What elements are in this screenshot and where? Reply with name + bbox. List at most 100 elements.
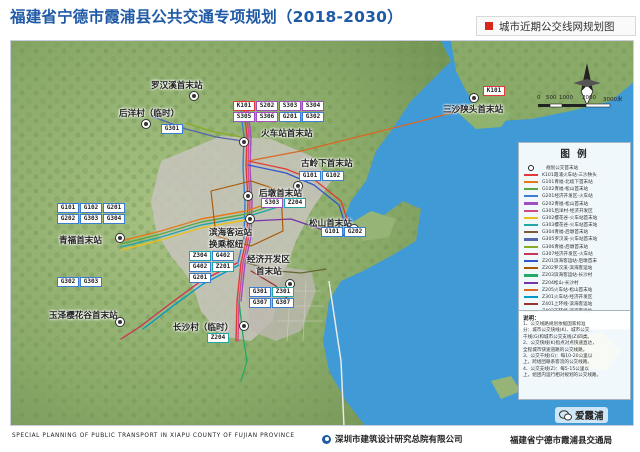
legend-label: G307经济开发区-火车站 bbox=[542, 251, 593, 257]
route-tags-sansha: K101 bbox=[483, 86, 505, 96]
route-tag: G201 bbox=[103, 203, 125, 213]
legend-label: G305罗汉溪-火车站首末站 bbox=[542, 237, 598, 243]
route-line-swatch bbox=[524, 281, 538, 284]
route-tags-songshan: G101 G202 bbox=[321, 227, 366, 237]
legend-label: Z201滨海客运站-后墩首末 bbox=[542, 259, 597, 265]
route-tag: G307 bbox=[272, 298, 294, 308]
route-tags-houdun: S303 Z204 bbox=[261, 198, 306, 208]
route-tags-luohan: K101 S202 S303 S304 S305 S306 G201 G302 bbox=[233, 101, 324, 122]
route-tag: G303 bbox=[80, 214, 102, 224]
route-tag: G102 bbox=[322, 171, 344, 181]
route-tag: S305 bbox=[233, 112, 255, 122]
legend-label: Z203滨海客运站-长沙村 bbox=[542, 273, 593, 279]
footer-transport-bureau: 福建省宁德市霞浦县交通局 bbox=[510, 436, 613, 446]
place-label-huochezhan: 火车站首末站 bbox=[261, 129, 313, 139]
legend-item: Z301火车站-经济开发区 bbox=[524, 293, 630, 300]
route-tags-gulingxia: G101 G102 bbox=[299, 171, 344, 181]
route-tag: G301 bbox=[161, 124, 183, 134]
route-tags-jingji: G301 Z301 G307 G307 bbox=[249, 287, 294, 308]
route-tag: Z304 bbox=[189, 251, 211, 261]
legend-item: G307经济开发区-火车站 bbox=[524, 250, 630, 257]
map-subtitle: 城市近期公交线网规划图 bbox=[499, 20, 615, 33]
legend-label: G306青福-后墩首末站 bbox=[542, 244, 589, 250]
route-line-swatch bbox=[524, 252, 538, 255]
scale-bar: 0 500 1000 2000 3000米 bbox=[537, 95, 627, 119]
route-line-swatch bbox=[524, 188, 538, 191]
route-line-swatch bbox=[524, 238, 538, 241]
route-tag: G302 bbox=[57, 277, 79, 287]
route-tags-binhai: Z304 G402 G402 Z201 G201 bbox=[189, 251, 234, 283]
legend-label: G201经济开发区-火车站 bbox=[542, 194, 593, 200]
route-line-swatch bbox=[524, 216, 538, 219]
place-label-yuze: 玉泽樱花谷首末站 bbox=[49, 311, 118, 321]
bus-terminal-icon bbox=[469, 93, 479, 103]
legend-label: G303樱花谷-火车站首末站 bbox=[542, 223, 598, 229]
route-tags-houyang: G301 bbox=[161, 124, 183, 134]
legend-title: 图 例 bbox=[560, 149, 589, 160]
footer: SPECIAL PLANNING OF PUBLIC TRANSPORT IN … bbox=[0, 428, 640, 452]
route-tag: G307 bbox=[249, 298, 271, 308]
route-line-swatch bbox=[524, 195, 538, 198]
place-label-jingji-2: 首末站 bbox=[256, 267, 282, 277]
legend-item: G202青福-松山首末站 bbox=[524, 200, 630, 207]
legend-item: G306青福-后墩首末站 bbox=[524, 243, 630, 250]
bus-terminal-icon bbox=[141, 119, 151, 129]
route-line-swatch bbox=[524, 295, 538, 299]
legend-label: 规划公交首末站 bbox=[546, 165, 579, 171]
watermark-text: 爱霞浦 bbox=[575, 411, 604, 422]
note-line: 上，组团内运行相对规划的公交线路。 bbox=[523, 373, 602, 379]
footer-org1-wrap: 深圳市建筑设计研究总院有限公司 bbox=[322, 433, 463, 445]
place-label-jingji-1: 经济开发区 bbox=[247, 255, 290, 265]
route-tag: G301 bbox=[249, 287, 271, 297]
legend-label: Z202罗汉溪-滨海客运站 bbox=[542, 266, 593, 272]
footer-design-institute: 深圳市建筑设计研究总院有限公司 bbox=[335, 435, 463, 445]
legend-item: Z205火车站-松山首末站 bbox=[524, 286, 630, 293]
bus-terminal-icon bbox=[243, 191, 253, 201]
legend-item: G302樱花谷-火车站首末站 bbox=[524, 214, 630, 221]
legend-panel: 图 例 规划公交首末站 K101霞浦火车站-三沙陕头 G101青福-北岐下首末站 G1… bbox=[518, 142, 631, 330]
legend-item: G304青福-后墩首末站 bbox=[524, 229, 630, 236]
legend-item: Z202罗汉溪-滨海客运站 bbox=[524, 265, 630, 272]
legend-item: K101霞浦火车站-三沙陕头 bbox=[524, 171, 630, 178]
bus-terminal-icon bbox=[528, 164, 534, 171]
legend-label: G202青福-松山首末站 bbox=[542, 201, 589, 207]
legend-item: 规划公交首末站 bbox=[524, 164, 630, 171]
route-tags-changsha: Z204 bbox=[207, 333, 229, 343]
route-line-swatch bbox=[524, 274, 538, 277]
legend-label: Z205火车站-松山首末站 bbox=[542, 287, 593, 293]
legend-item: Z201滨海客运站-后墩首末 bbox=[524, 257, 630, 264]
route-tag: G101 bbox=[57, 203, 79, 213]
legend-item: G303樱花谷-火车站首末站 bbox=[524, 222, 630, 229]
route-line-swatch bbox=[524, 173, 538, 176]
legend-label: G101青福-北岐下首末站 bbox=[542, 179, 593, 185]
header: 福建省宁德市霞浦县公共交通专项规划（2018-2030） 城市近期公交线网规划图 bbox=[0, 0, 640, 40]
wechat-icon bbox=[559, 409, 572, 420]
place-label-sansha: 三沙陕头首末站 bbox=[443, 105, 504, 115]
route-line-swatch bbox=[524, 202, 538, 205]
bus-terminal-icon bbox=[239, 321, 249, 331]
legend-list: 规划公交首末站 K101霞浦火车站-三沙陕头 G101青福-北岐下首末站 G102青福… bbox=[519, 164, 630, 315]
place-label-binhai-2: 换乘枢纽 bbox=[209, 240, 244, 250]
route-tag: G304 bbox=[103, 214, 125, 224]
route-line-swatch bbox=[524, 245, 538, 248]
bus-terminal-icon bbox=[115, 233, 125, 243]
route-tag: Z204 bbox=[284, 198, 306, 208]
place-label-luohanxi: 罗汉溪首末站 bbox=[151, 81, 203, 91]
route-tag: G302 bbox=[302, 112, 324, 122]
route-tag: S306 bbox=[256, 112, 278, 122]
legend-item: Z203滨海客运站-长沙村 bbox=[524, 272, 630, 279]
company-logo-icon bbox=[322, 434, 331, 444]
legend-item: Z401上环线-滨海客运站 bbox=[524, 301, 630, 308]
route-tag: G202 bbox=[344, 227, 366, 237]
bus-terminal-icon bbox=[115, 317, 125, 327]
legend-label: Z301火车站-经济开发区 bbox=[542, 294, 593, 300]
legend-item: G101青福-北岐下首末站 bbox=[524, 178, 630, 185]
legend-label: Z204松山-长沙村 bbox=[542, 280, 579, 286]
footer-english-title: SPECIAL PLANNING OF PUBLIC TRANSPORT IN … bbox=[12, 433, 295, 439]
route-line-swatch bbox=[524, 267, 538, 270]
route-line-swatch bbox=[524, 303, 538, 306]
place-label-qingfu: 青福首末站 bbox=[59, 236, 102, 246]
route-tag: G402 bbox=[212, 251, 234, 261]
scale-label: 2000 bbox=[582, 95, 596, 101]
scale-label: 3000米 bbox=[603, 97, 623, 103]
